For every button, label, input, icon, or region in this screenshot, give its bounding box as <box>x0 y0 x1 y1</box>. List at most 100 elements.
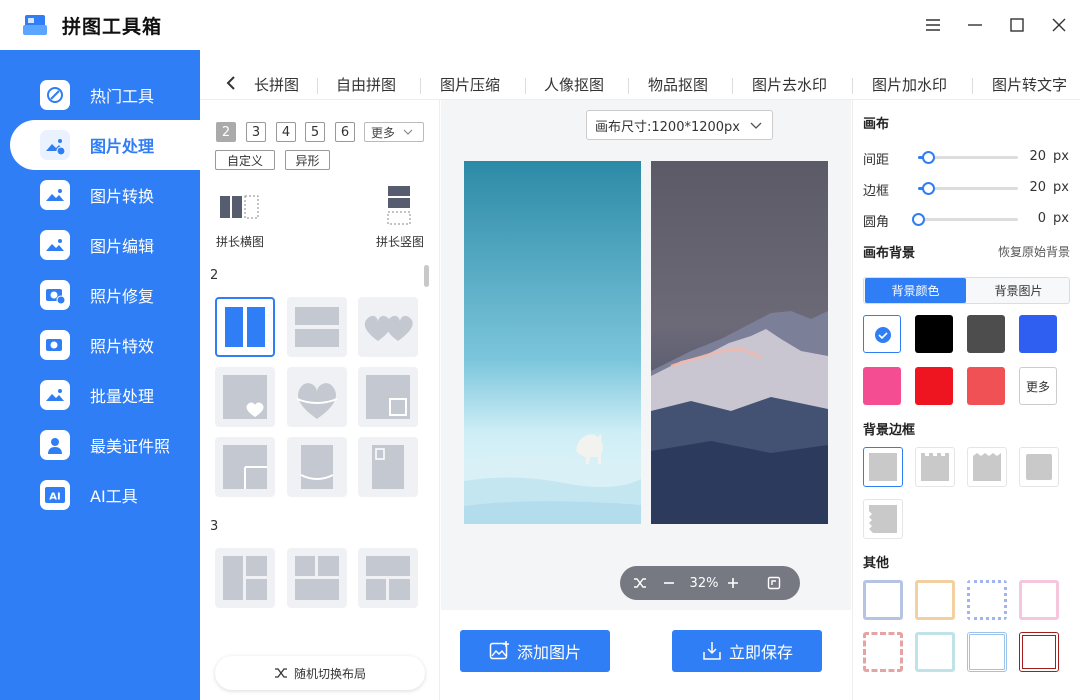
color-swatch-red[interactable] <box>915 367 953 405</box>
corner-value: 0 <box>1037 211 1046 226</box>
add-image-button[interactable]: 添加图片 <box>460 630 610 672</box>
tab-portrait-cutout[interactable]: 人像抠图 <box>544 74 604 95</box>
border-label: 边框 <box>863 184 890 199</box>
canvas-heading: 画布 <box>863 117 890 132</box>
random-layout-label: 随机切换布局 <box>293 666 366 681</box>
more-colors-button[interactable]: 更多 <box>1019 367 1057 405</box>
zoom-in-button[interactable] <box>722 566 744 600</box>
fit-toggle-button[interactable] <box>628 566 652 600</box>
zoom-out-button[interactable] <box>658 566 680 600</box>
minimize-button[interactable] <box>962 12 988 38</box>
frame-style-6[interactable] <box>915 632 955 672</box>
layout-two-hearts[interactable] <box>358 297 418 357</box>
layout-scrollbar[interactable] <box>424 265 429 287</box>
frame-style-4[interactable] <box>1019 580 1059 620</box>
color-swatch-blue[interactable] <box>1019 315 1057 353</box>
frame-style-3[interactable] <box>967 580 1007 620</box>
frame-style-8[interactable] <box>1019 632 1059 672</box>
photo-mountain[interactable] <box>651 161 828 524</box>
maximize-button[interactable] <box>1004 12 1030 38</box>
layout-two-columns[interactable] <box>215 297 275 357</box>
count-3-button[interactable]: 3 <box>246 122 266 142</box>
add-image-icon <box>489 641 509 660</box>
bg-border-wave[interactable] <box>1019 447 1059 487</box>
save-button[interactable]: 立即保存 <box>672 630 822 672</box>
actual-size-button[interactable] <box>762 566 786 600</box>
tab-image-to-text[interactable]: 图片转文字 <box>992 74 1067 95</box>
restore-bg-link[interactable]: 恢复原始背景 <box>998 243 1070 260</box>
spacing-slider-knob[interactable] <box>922 151 935 164</box>
canvas-size-select[interactable]: 画布尺寸:1200*1200px <box>586 110 773 140</box>
tab-free-stitch[interactable]: 自由拼图 <box>336 74 396 95</box>
bg-border-plain[interactable] <box>863 447 903 487</box>
layout-three-b[interactable] <box>287 548 347 608</box>
layout-three-c[interactable] <box>358 548 418 608</box>
layout-three-a[interactable] <box>215 548 275 608</box>
layout-corner-inset[interactable] <box>215 437 275 497</box>
custom-layout-button[interactable]: 自定义 <box>215 150 275 170</box>
image-edit-icon <box>40 230 70 260</box>
color-swatch-coral[interactable] <box>967 367 1005 405</box>
photo-effects-icon <box>40 330 70 360</box>
layout-heart-split[interactable] <box>287 367 347 427</box>
shaped-layout-button[interactable]: 异形 <box>285 150 330 170</box>
sidebar-item-ai-tools[interactable]: AI AI工具 <box>10 470 200 520</box>
more-count-select[interactable]: 更多 <box>364 122 424 142</box>
tab-long-stitch[interactable]: 长拼图 <box>254 74 302 95</box>
layout-two-rows[interactable] <box>287 297 347 357</box>
layout-square-inset[interactable] <box>358 367 418 427</box>
bg-color-tab[interactable]: 背景颜色 <box>865 278 966 303</box>
tab-image-compress[interactable]: 图片压缩 <box>440 74 500 95</box>
chevron-down-icon <box>403 129 413 135</box>
frame-style-7[interactable] <box>967 632 1007 672</box>
layout-curved-split[interactable] <box>287 437 347 497</box>
bg-image-tab[interactable]: 背景图片 <box>968 278 1069 303</box>
shuffle-icon <box>274 668 287 678</box>
sidebar-item-image-convert[interactable]: 图片转换 <box>10 170 200 220</box>
count-4-button[interactable]: 4 <box>276 122 296 142</box>
border-slider-knob[interactable] <box>922 182 935 195</box>
bg-border-torn[interactable] <box>863 499 903 539</box>
tabs-back-button[interactable] <box>216 68 246 98</box>
corner-slider-knob[interactable] <box>912 213 925 226</box>
color-swatch-gray[interactable] <box>967 315 1005 353</box>
long-horizontal-button[interactable]: 拼长横图 <box>210 186 270 250</box>
add-image-label: 添加图片 <box>516 643 581 662</box>
sidebar-item-image-edit[interactable]: 图片编辑 <box>10 220 200 270</box>
sidebar-item-batch-process[interactable]: 批量处理 <box>10 370 200 420</box>
long-vertical-icon <box>387 186 411 225</box>
image-process-icon <box>40 130 70 160</box>
layout-heart-inset[interactable] <box>215 367 275 427</box>
tab-remove-watermark[interactable]: 图片去水印 <box>752 74 827 95</box>
border-unit: px <box>1053 180 1069 195</box>
close-button[interactable] <box>1046 12 1072 38</box>
sidebar-item-image-process[interactable]: 图片处理 <box>10 120 200 170</box>
long-vertical-button[interactable]: 拼长竖图 <box>370 186 430 250</box>
photo-polar-bear[interactable] <box>464 161 641 524</box>
color-swatch-white[interactable] <box>863 315 901 353</box>
sidebar-item-photo-repair[interactable]: 照片修复 <box>10 270 200 320</box>
count-5-button[interactable]: 5 <box>305 122 325 142</box>
sidebar-item-hot-tools[interactable]: 热门工具 <box>10 70 200 120</box>
bg-border-stamp[interactable] <box>915 447 955 487</box>
color-swatch-black[interactable] <box>915 315 953 353</box>
menu-button[interactable] <box>920 12 946 38</box>
layout-small-inset[interactable] <box>358 437 418 497</box>
sidebar-item-id-photo[interactable]: 最美证件照 <box>10 420 200 470</box>
layout-panel: 2 3 4 5 6 更多 自定义 异形 拼长横图 拼长竖图 2 3 <box>200 100 440 700</box>
count-2-button[interactable]: 2 <box>216 122 236 142</box>
spacing-value: 20 <box>1029 149 1046 164</box>
sidebar-item-photo-effects[interactable]: 照片特效 <box>10 320 200 370</box>
random-layout-button[interactable]: 随机切换布局 <box>215 656 425 690</box>
title-bar: 拼图工具箱 <box>0 0 1080 50</box>
spacing-unit: px <box>1053 149 1069 164</box>
frame-style-2[interactable] <box>915 580 955 620</box>
count-6-button[interactable]: 6 <box>335 122 355 142</box>
frame-style-1[interactable] <box>863 580 903 620</box>
tab-add-watermark[interactable]: 图片加水印 <box>872 74 947 95</box>
frame-style-5[interactable] <box>863 632 903 672</box>
color-swatch-pink[interactable] <box>863 367 901 405</box>
bg-border-zigzag[interactable] <box>967 447 1007 487</box>
tab-object-cutout[interactable]: 物品抠图 <box>648 74 708 95</box>
spacing-label: 间距 <box>863 153 890 168</box>
